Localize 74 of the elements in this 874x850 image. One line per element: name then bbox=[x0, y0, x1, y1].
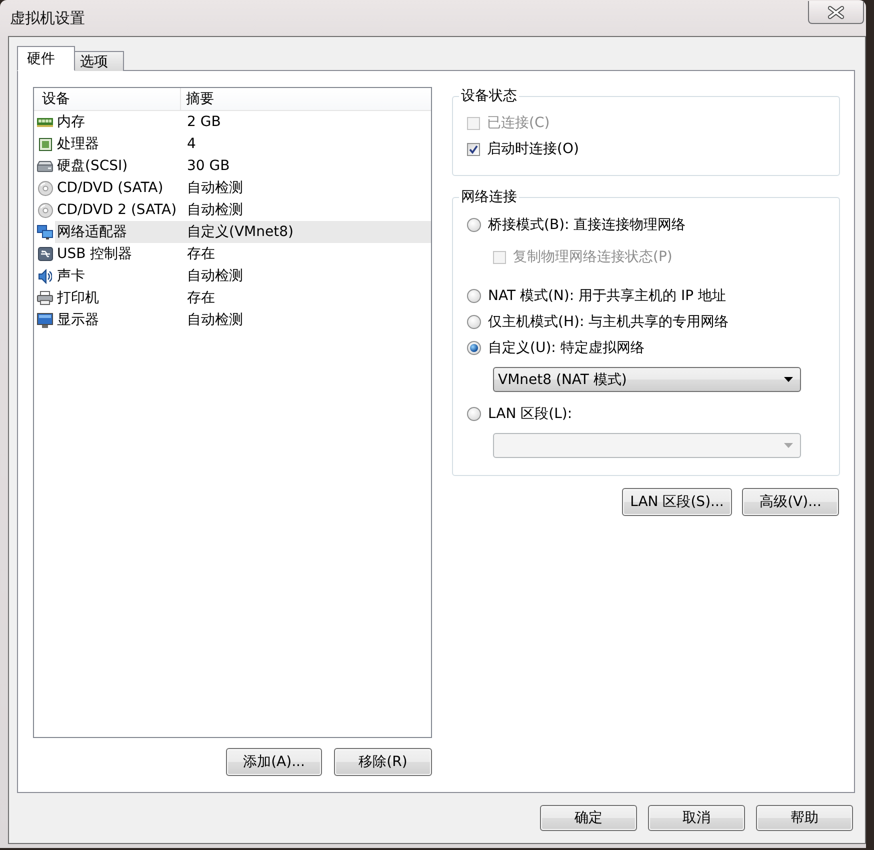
device-row[interactable]: 网络适配器 自定义(VMnet8) bbox=[55, 221, 431, 243]
computers-icon bbox=[37, 224, 53, 240]
list-action-button[interactable]: 移除(R) bbox=[334, 748, 432, 776]
network-dropdown[interactable]: VMnet8 (NAT 模式) bbox=[493, 367, 801, 392]
column-header[interactable]: 摘要 bbox=[181, 88, 431, 110]
window-title: 虚拟机设置 bbox=[10, 8, 85, 28]
checkmark-icon bbox=[469, 144, 478, 154]
tab[interactable]: 硬件 bbox=[17, 46, 75, 71]
radio-label: NAT 模式(N): 用于共享主机的 IP 地址 bbox=[488, 287, 726, 305]
device-name: 显示器 bbox=[56, 311, 100, 329]
disc-icon bbox=[38, 180, 52, 196]
list-action-button[interactable]: 添加(A)... bbox=[226, 748, 322, 776]
network-settings-button[interactable]: LAN 区段(S)... bbox=[622, 488, 732, 516]
dialog-button[interactable]: 确定 bbox=[540, 805, 637, 831]
radio-button[interactable] bbox=[467, 315, 481, 329]
caret-icon bbox=[784, 377, 793, 382]
device-row[interactable]: CD/DVD 2 (SATA) 自动检测 bbox=[55, 199, 431, 221]
device-summary: 自动检测 bbox=[187, 201, 243, 219]
device-row[interactable]: 显示器 自动检测 bbox=[55, 309, 431, 331]
printer-icon bbox=[37, 291, 53, 305]
caret-icon bbox=[784, 443, 793, 448]
radio-label: 桥接模式(B): 直接连接物理网络 bbox=[488, 216, 686, 234]
device-name: CD/DVD (SATA) bbox=[56, 179, 164, 197]
device-row[interactable]: 打印机 存在 bbox=[55, 287, 431, 309]
device-name: 声卡 bbox=[56, 267, 86, 285]
device-row[interactable]: USB 控制器 存在 bbox=[55, 243, 431, 265]
device-row[interactable]: 声卡 自动检测 bbox=[55, 265, 431, 287]
device-name: 内存 bbox=[56, 113, 86, 131]
hard-drive-icon bbox=[37, 160, 53, 172]
memory-icon bbox=[37, 118, 53, 126]
close-button[interactable] bbox=[808, 1, 864, 24]
speaker-icon bbox=[38, 268, 52, 284]
device-name: USB 控制器 bbox=[56, 245, 134, 263]
group-title: 设备状态 bbox=[460, 87, 518, 105]
radio-label: 仅主机模式(H): 与主机共享的专用网络 bbox=[488, 313, 729, 331]
device-name: 硬盘(SCSI) bbox=[56, 157, 129, 175]
radio-button[interactable] bbox=[467, 289, 481, 303]
group-title: 网络连接 bbox=[460, 188, 518, 206]
device-name: 处理器 bbox=[56, 135, 100, 153]
radio-label: LAN 区段(L): bbox=[488, 405, 572, 423]
checkbox-label: 复制物理网络连接状态(P) bbox=[513, 248, 672, 266]
device-summary: 自动检测 bbox=[187, 267, 243, 285]
monitor-icon bbox=[37, 312, 53, 328]
device-name: 打印机 bbox=[56, 289, 100, 307]
checkbox-label: 已连接(C) bbox=[487, 114, 550, 132]
column-header[interactable]: 设备 bbox=[34, 88, 181, 110]
close-icon bbox=[828, 6, 844, 18]
device-summary: 自动检测 bbox=[187, 311, 243, 329]
chip-icon bbox=[38, 138, 52, 150]
radio-button[interactable] bbox=[467, 407, 481, 421]
device-summary: 自定义(VMnet8) bbox=[187, 223, 294, 241]
disc-icon bbox=[38, 202, 52, 218]
device-name: CD/DVD 2 (SATA) bbox=[56, 201, 178, 219]
usb-icon bbox=[38, 247, 52, 261]
device-summary: 2 GB bbox=[187, 113, 221, 131]
device-name: 网络适配器 bbox=[56, 223, 128, 241]
radio-label: 自定义(U): 特定虚拟网络 bbox=[488, 339, 644, 357]
radio-button[interactable] bbox=[467, 218, 481, 232]
dialog-button[interactable]: 取消 bbox=[648, 805, 745, 831]
network-settings-button[interactable]: 高级(V)... bbox=[742, 488, 839, 516]
radio-button[interactable] bbox=[467, 341, 481, 355]
tab[interactable]: 选项 bbox=[75, 51, 124, 71]
device-summary: 存在 bbox=[187, 245, 215, 263]
device-row[interactable]: 处理器 4 bbox=[55, 133, 431, 155]
device-summary: 存在 bbox=[187, 289, 215, 307]
checkbox-label: 启动时连接(O) bbox=[487, 140, 579, 158]
device-summary: 4 bbox=[187, 135, 196, 153]
checkbox[interactable] bbox=[467, 142, 480, 156]
device-row[interactable]: CD/DVD (SATA) 自动检测 bbox=[55, 177, 431, 199]
device-row[interactable]: 硬盘(SCSI) 30 GB bbox=[55, 155, 431, 177]
dialog-button[interactable]: 帮助 bbox=[756, 805, 853, 831]
device-summary: 自动检测 bbox=[187, 179, 243, 197]
device-summary: 30 GB bbox=[187, 157, 230, 175]
device-row[interactable]: 内存 2 GB bbox=[55, 111, 431, 133]
